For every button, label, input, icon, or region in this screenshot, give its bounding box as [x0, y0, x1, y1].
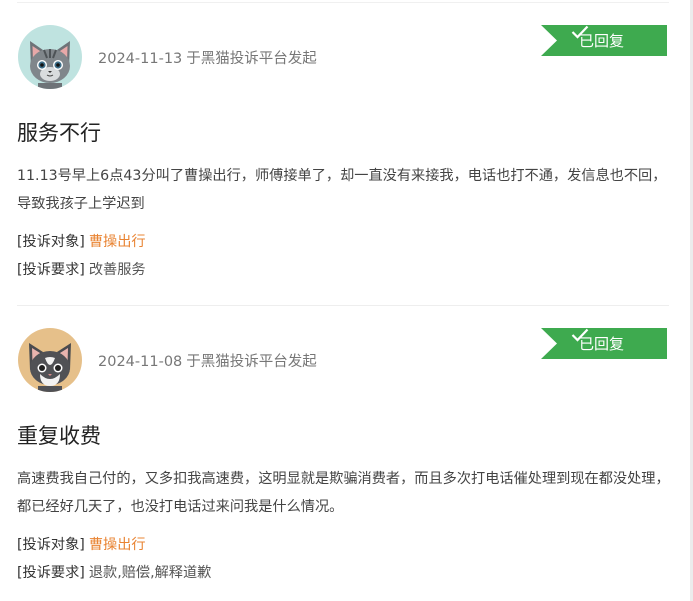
complaint-date: 2024-11-08 [98, 354, 183, 370]
complaint-title[interactable]: 服务不行 [17, 117, 101, 147]
complaint-meta: 2024-11-13 于黑猫投诉平台发起 [98, 47, 317, 68]
complaint-source: 于黑猫投诉平台发起 [186, 354, 317, 370]
top-divider [17, 2, 669, 3]
tan-cat-avatar [18, 328, 82, 392]
card-divider [17, 305, 669, 306]
complaint-source: 于黑猫投诉平台发起 [186, 51, 317, 67]
target-label: [投诉对象] [17, 537, 85, 553]
request-value: 改善服务 [88, 262, 146, 278]
status-badge: 已回复 [541, 328, 667, 359]
request-value: 退款,赔偿,解释道歉 [88, 565, 212, 581]
request-label: [投诉要求] [17, 565, 85, 581]
status-badge: 已回复 [541, 25, 667, 56]
target-link[interactable]: 曹操出行 [89, 537, 146, 553]
complaint-date: 2024-11-13 [98, 51, 183, 67]
complaint-target-row: [投诉对象] 曹操出行 [17, 231, 146, 251]
complaint-request-row: [投诉要求] 退款,赔偿,解释道歉 [17, 562, 211, 582]
gray-cat-avatar [18, 25, 82, 89]
target-link[interactable]: 曹操出行 [89, 234, 146, 250]
complaint-meta: 2024-11-08 于黑猫投诉平台发起 [98, 350, 317, 371]
request-label: [投诉要求] [17, 262, 85, 278]
complaint-target-row: [投诉对象] 曹操出行 [17, 534, 146, 554]
complaint-description: 11.13号早上6点43分叫了曹操出行，师傅接单了，却一直没有来接我，电话也打不… [17, 168, 667, 212]
target-label: [投诉对象] [17, 234, 85, 250]
complaint-request-row: [投诉要求] 改善服务 [17, 259, 146, 279]
complaint-description: 高速费我自己付的，又多扣我高速费，这明显就是欺骗消费者，而且多次打电话催处理到现… [17, 471, 670, 515]
complaint-title[interactable]: 重复收费 [17, 420, 101, 450]
